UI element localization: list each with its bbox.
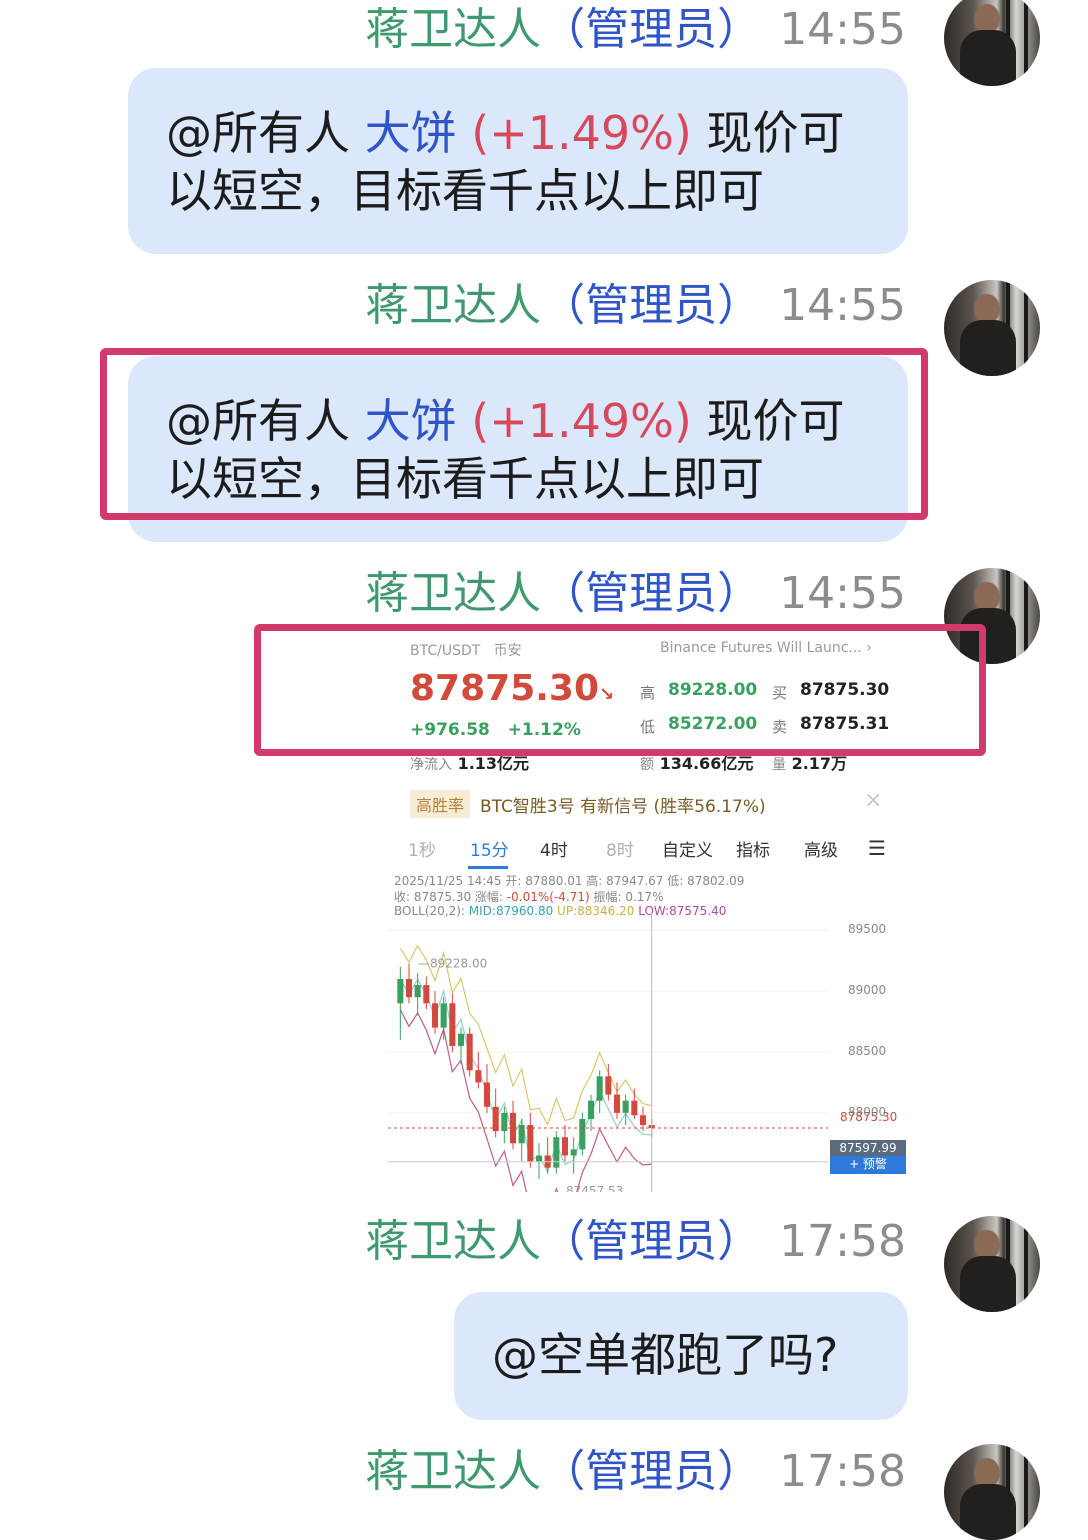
candle-body <box>535 1155 543 1162</box>
sender-name: 蒋卫达人 <box>365 4 542 55</box>
sender-name[interactable]: 蒋卫达人 <box>365 1216 541 1267</box>
avatar[interactable] <box>944 1444 1040 1540</box>
candle-body <box>457 1033 465 1046</box>
candle-body <box>423 985 430 1004</box>
candle-body <box>466 1033 473 1071</box>
candle-body <box>431 1003 439 1028</box>
alert-label: + 预警 <box>849 1157 887 1171</box>
tab-1s[interactable]: 1秒 <box>408 836 436 861</box>
coin-change: (+1.49%) <box>471 106 692 160</box>
candle-body <box>449 1003 456 1046</box>
candle-body <box>492 1106 499 1132</box>
candle-body <box>405 978 413 998</box>
sender-header-top: 蒋卫达人（管理员） 14:55 <box>365 4 906 56</box>
active-tab-indicator <box>468 866 508 869</box>
tab-custom[interactable]: 自定义 <box>662 836 713 861</box>
alert-price: 87597.99 <box>830 1140 906 1156</box>
message-time: 14:55 <box>779 4 906 55</box>
candle-body <box>613 1094 621 1113</box>
ohlc-line-2: 收: 87875.30 涨幅: -0.01%(-4.71) 振幅: 0.17% <box>394 890 664 904</box>
sender-header-bottom: 蒋卫达人（管理员） 17:58 <box>365 1446 906 1498</box>
candle-body <box>587 1100 595 1119</box>
sender-name[interactable]: 蒋卫达人 <box>365 568 541 619</box>
y-tick-label: 88500 <box>848 1044 887 1058</box>
avatar[interactable] <box>944 1216 1040 1312</box>
sender-role: （管理员） <box>541 568 762 619</box>
sender-header: 蒋卫达人（管理员） 14:55 <box>365 280 906 332</box>
candle-body <box>579 1118 586 1150</box>
tab-4h[interactable]: 4时 <box>540 836 568 861</box>
close-icon[interactable]: × <box>864 788 882 813</box>
y-tick-label: 88000 <box>848 1104 887 1119</box>
message-time: 17:58 <box>779 1216 906 1267</box>
message-time: 14:55 <box>779 568 906 619</box>
candle-body <box>475 1070 482 1083</box>
message-bubble[interactable]: @空单都跑了吗? <box>454 1292 908 1420</box>
candle-body <box>397 978 404 1004</box>
candle-body <box>596 1076 603 1101</box>
candle-body <box>631 1100 638 1116</box>
boll-lower-line <box>399 1009 652 1192</box>
chart-settings-icon[interactable]: ☰ <box>868 836 886 860</box>
low-marker: 87457.53 <box>566 1184 623 1192</box>
candle-body <box>561 1137 569 1156</box>
sender-name[interactable]: 蒋卫达人 <box>365 280 541 331</box>
message-bubble[interactable]: @所有人 大饼 (+1.49%) 现价可 以短空，目标看千点以上即可 <box>128 68 908 254</box>
signal-text[interactable]: BTC智胜3号 有新信号 (胜率56.17%) <box>480 792 766 817</box>
sender-role: （管理员） <box>541 4 762 55</box>
coin-link[interactable]: 大饼 <box>365 106 457 160</box>
y-tick-label: 89500 <box>848 922 887 937</box>
price-alert-button[interactable]: 87597.99 + 预警 <box>830 1140 906 1174</box>
sender-role: （管理员） <box>541 1216 762 1267</box>
tab-advanced[interactable]: 高级 <box>804 836 838 861</box>
candle-body <box>605 1076 612 1095</box>
mention-all[interactable]: @所有人 <box>166 106 350 160</box>
candle-body <box>414 985 421 998</box>
message-text: 以短空，目标看千点以上即可 <box>166 164 764 218</box>
sender-role: （管理员） <box>541 280 762 331</box>
tab-8h[interactable]: 8时 <box>606 836 634 861</box>
tab-15m[interactable]: 15分 <box>470 836 509 861</box>
message-time: 14:55 <box>779 280 906 331</box>
signal-tag: 高胜率 <box>410 790 471 818</box>
candle-body <box>622 1100 629 1113</box>
sender-header: 蒋卫达人（管理员） 14:55 <box>365 568 906 620</box>
candle-body <box>527 1125 534 1162</box>
message-text: 现价可 <box>706 106 845 160</box>
message-text: @空单都跑了吗? <box>492 1328 839 1382</box>
highlight-box <box>254 624 986 756</box>
avatar[interactable] <box>944 280 1040 376</box>
candle-body <box>483 1082 491 1107</box>
high-marker: —89228.00 <box>418 956 487 970</box>
tab-indicators[interactable]: 指标 <box>736 836 770 861</box>
avatar[interactable] <box>944 0 1040 86</box>
ohlc-line: 2025/11/25 14:45 开: 87880.01 高: 87947.67… <box>394 874 745 888</box>
highlight-box <box>100 348 928 520</box>
sender-header: 蒋卫达人（管理员） 17:58 <box>365 1216 906 1268</box>
candle-body <box>570 1149 577 1156</box>
boll-upper-line <box>399 944 652 1127</box>
candle-body <box>553 1137 560 1168</box>
candle-body <box>440 1003 447 1028</box>
y-tick-label: 89000 <box>848 983 887 998</box>
candle-body <box>639 1115 647 1126</box>
